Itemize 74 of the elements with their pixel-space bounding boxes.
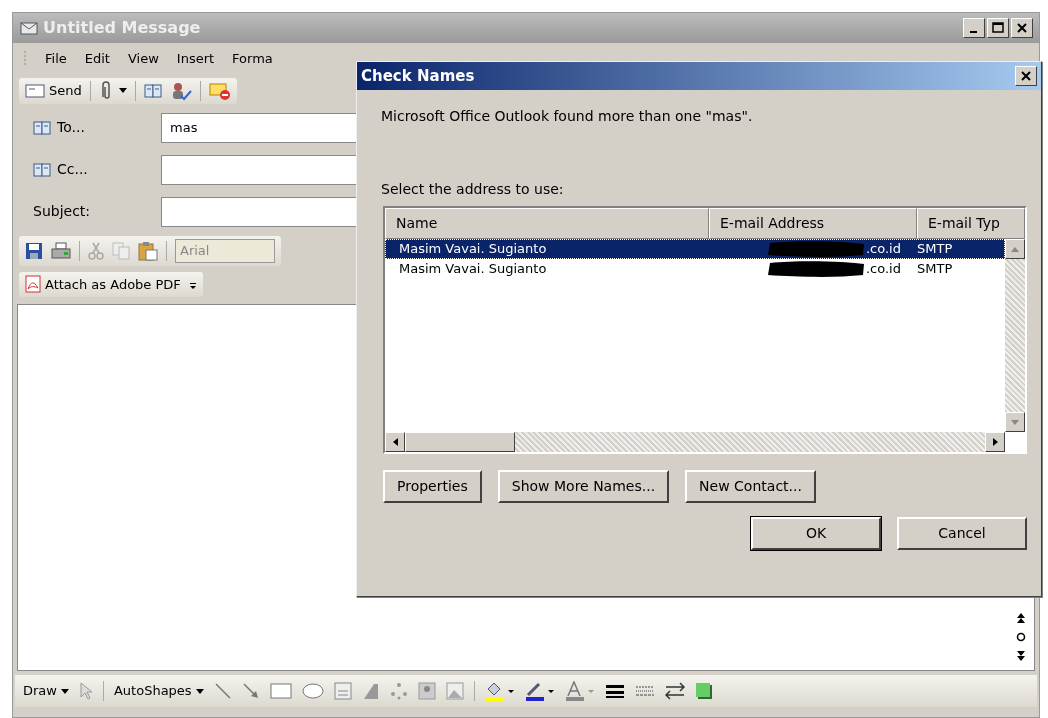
dialog-title: Check Names: [361, 65, 475, 87]
dialog-button[interactable]: OK: [751, 517, 881, 550]
field-label: Subject:: [33, 202, 92, 221]
line-style-icon[interactable]: [604, 683, 625, 699]
menu-item[interactable]: Insert: [176, 49, 215, 69]
arrow-icon[interactable]: [241, 682, 260, 700]
line-icon[interactable]: [213, 682, 232, 700]
address-button[interactable]: Cc...: [33, 159, 153, 180]
attach-pdf-button[interactable]: Attach as Adobe PDF: [25, 274, 181, 294]
dialog-button[interactable]: Show More Names...: [497, 470, 670, 503]
type-cell: SMTP: [917, 261, 953, 277]
scroll-up-icon[interactable]: [1011, 246, 1019, 252]
envelope-icon[interactable]: [208, 80, 231, 101]
dialog-button[interactable]: Cancel: [897, 517, 1027, 550]
send-button[interactable]: Send: [25, 80, 82, 101]
scroll-left-icon[interactable]: [392, 438, 398, 446]
address-cell-text: .co.id: [866, 260, 901, 279]
diagram-icon[interactable]: [389, 682, 408, 700]
list-row[interactable]: Masim Vavai. Sugianto .co.id SMTP: [385, 259, 1005, 279]
address-book-icon: [33, 118, 51, 137]
save-icon[interactable]: [25, 241, 43, 260]
arrow-style-icon[interactable]: [664, 682, 685, 700]
close-icon[interactable]: [1019, 69, 1033, 83]
column-header[interactable]: E-mail Typ: [917, 208, 1025, 239]
scroll-right-icon[interactable]: [992, 438, 998, 446]
draw-menu-button[interactable]: Draw: [23, 681, 69, 701]
clipboard-icon[interactable]: [138, 240, 158, 261]
dropdown-arrow-icon: [195, 688, 204, 694]
type-cell: SMTP: [917, 241, 953, 257]
font-color-icon[interactable]: [564, 681, 595, 701]
next-page-icon[interactable]: [1016, 650, 1026, 662]
scroll-down-icon[interactable]: [1011, 419, 1019, 425]
address-book-icon[interactable]: [143, 81, 162, 100]
vertical-scrollbar[interactable]: [1005, 239, 1025, 432]
picture-icon[interactable]: [445, 682, 464, 700]
name-cell: Masim Vavai. Sugianto: [399, 261, 547, 277]
browse-object-icon[interactable]: [1016, 632, 1026, 642]
pdf-icon: [25, 275, 41, 294]
toolbar-grip-icon: [23, 49, 27, 68]
clip-art-icon[interactable]: [417, 682, 436, 700]
printer-icon[interactable]: [51, 241, 71, 260]
list-prompt: Select the address to use:: [380, 180, 565, 199]
dropdown-arrow-icon[interactable]: [118, 88, 127, 93]
envelope-icon: [25, 83, 45, 98]
name-cell: Masim Vavai. Sugianto: [399, 241, 547, 257]
menu-item[interactable]: File: [45, 49, 67, 69]
dialog-button[interactable]: New Contact...: [685, 470, 816, 503]
autoshapes-menu-button[interactable]: AutoShapes: [113, 681, 204, 701]
line-color-icon[interactable]: [524, 681, 555, 701]
previous-page-icon[interactable]: [1016, 612, 1026, 624]
fill-color-icon[interactable]: [484, 681, 515, 701]
list-row[interactable]: Masim Vavai. Sugianto .co.id SMTP: [385, 239, 1005, 259]
menu-item[interactable]: Forma: [232, 49, 273, 69]
pointer-icon[interactable]: [78, 682, 93, 700]
horizontal-scrollbar[interactable]: [385, 432, 1005, 452]
rectangle-icon[interactable]: [269, 682, 292, 700]
close-icon[interactable]: [1015, 21, 1029, 35]
dash-style-icon[interactable]: [634, 683, 655, 699]
scissors-icon[interactable]: [88, 241, 104, 260]
shadow-style-icon[interactable]: [694, 682, 713, 700]
oval-icon[interactable]: [301, 682, 324, 700]
address-cell-text: .co.id: [866, 240, 901, 259]
column-header[interactable]: E-mail Address: [709, 208, 917, 239]
envelope-icon: [19, 19, 39, 37]
maximize-icon[interactable]: [991, 21, 1005, 35]
window-title: Untitled Message: [43, 17, 201, 39]
address-book-icon: [33, 160, 51, 179]
dialog-button[interactable]: Properties: [383, 470, 482, 503]
dropdown-arrow-icon: [60, 688, 69, 694]
menu-item[interactable]: Edit: [84, 49, 110, 69]
menu-item[interactable]: View: [127, 49, 159, 69]
column-header[interactable]: Name: [385, 208, 709, 239]
address-list[interactable]: Name E-mail Address E-mail Typ Masim Vavai. Sugianto .co.id SMTP Masim Vavai. Sugianto .co.id SMTP: [383, 206, 1027, 454]
address-button[interactable]: To...: [33, 117, 153, 138]
